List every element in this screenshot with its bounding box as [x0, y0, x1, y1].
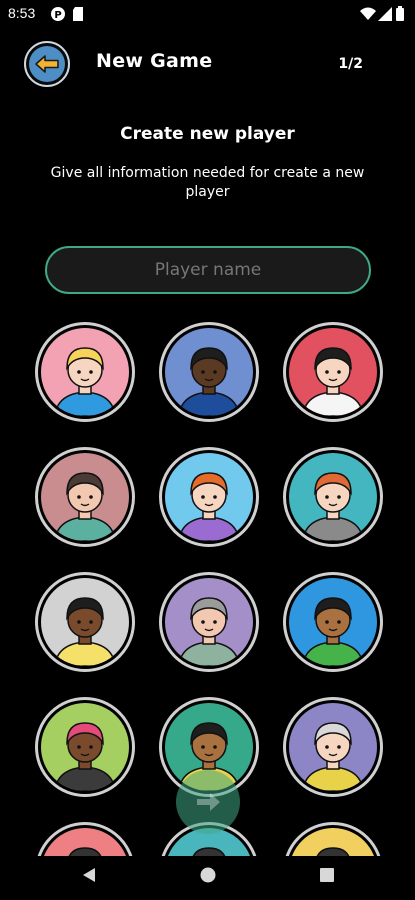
form-heading: Create new player — [120, 124, 295, 144]
next-button[interactable] — [176, 770, 240, 834]
arrow-right-icon — [197, 793, 220, 811]
back-button[interactable] — [24, 41, 70, 87]
status-time: 8:53 — [8, 5, 36, 21]
avatar-glasses-quiff-man[interactable] — [35, 447, 135, 547]
home-circle-icon[interactable] — [199, 866, 217, 888]
recents-square-icon[interactable] — [318, 866, 336, 888]
status-bar: 8:53 P — [0, 0, 415, 28]
avatar-bun-hair-woman[interactable] — [283, 572, 383, 672]
step-indicator: 1/2 — [338, 56, 363, 72]
cellular-signal-icon — [378, 6, 392, 25]
avatar-grandma-glasses[interactable] — [283, 697, 383, 797]
avatar-mohawk-man[interactable] — [35, 697, 135, 797]
avatar-ginger-beard-man[interactable] — [283, 447, 383, 547]
wifi-icon — [360, 6, 376, 25]
player-name-field — [45, 246, 371, 294]
app-bar: New Game 1/2 — [0, 36, 415, 92]
avatar-grey-hair-glasses-man[interactable] — [159, 572, 259, 672]
page-title: New Game — [96, 50, 213, 72]
avatar-black-bob-hair[interactable] — [283, 322, 383, 422]
avatar-blonde-girl[interactable] — [35, 322, 135, 422]
arrow-left-icon — [29, 46, 65, 82]
form-description: Give all information needed for create a… — [50, 165, 365, 200]
back-triangle-icon[interactable] — [80, 866, 98, 888]
sim-card-icon — [72, 6, 84, 26]
avatar-beard-man-gold-chain[interactable] — [159, 322, 259, 422]
navigation-bar — [0, 856, 415, 900]
battery-icon — [396, 6, 404, 25]
avatar-ginger-curly-girl[interactable] — [159, 447, 259, 547]
player-name-input[interactable] — [47, 260, 369, 280]
avatar-dark-hair-woman[interactable] — [35, 572, 135, 672]
app-notification-icon: P — [50, 6, 66, 26]
svg-text:P: P — [54, 10, 61, 21]
